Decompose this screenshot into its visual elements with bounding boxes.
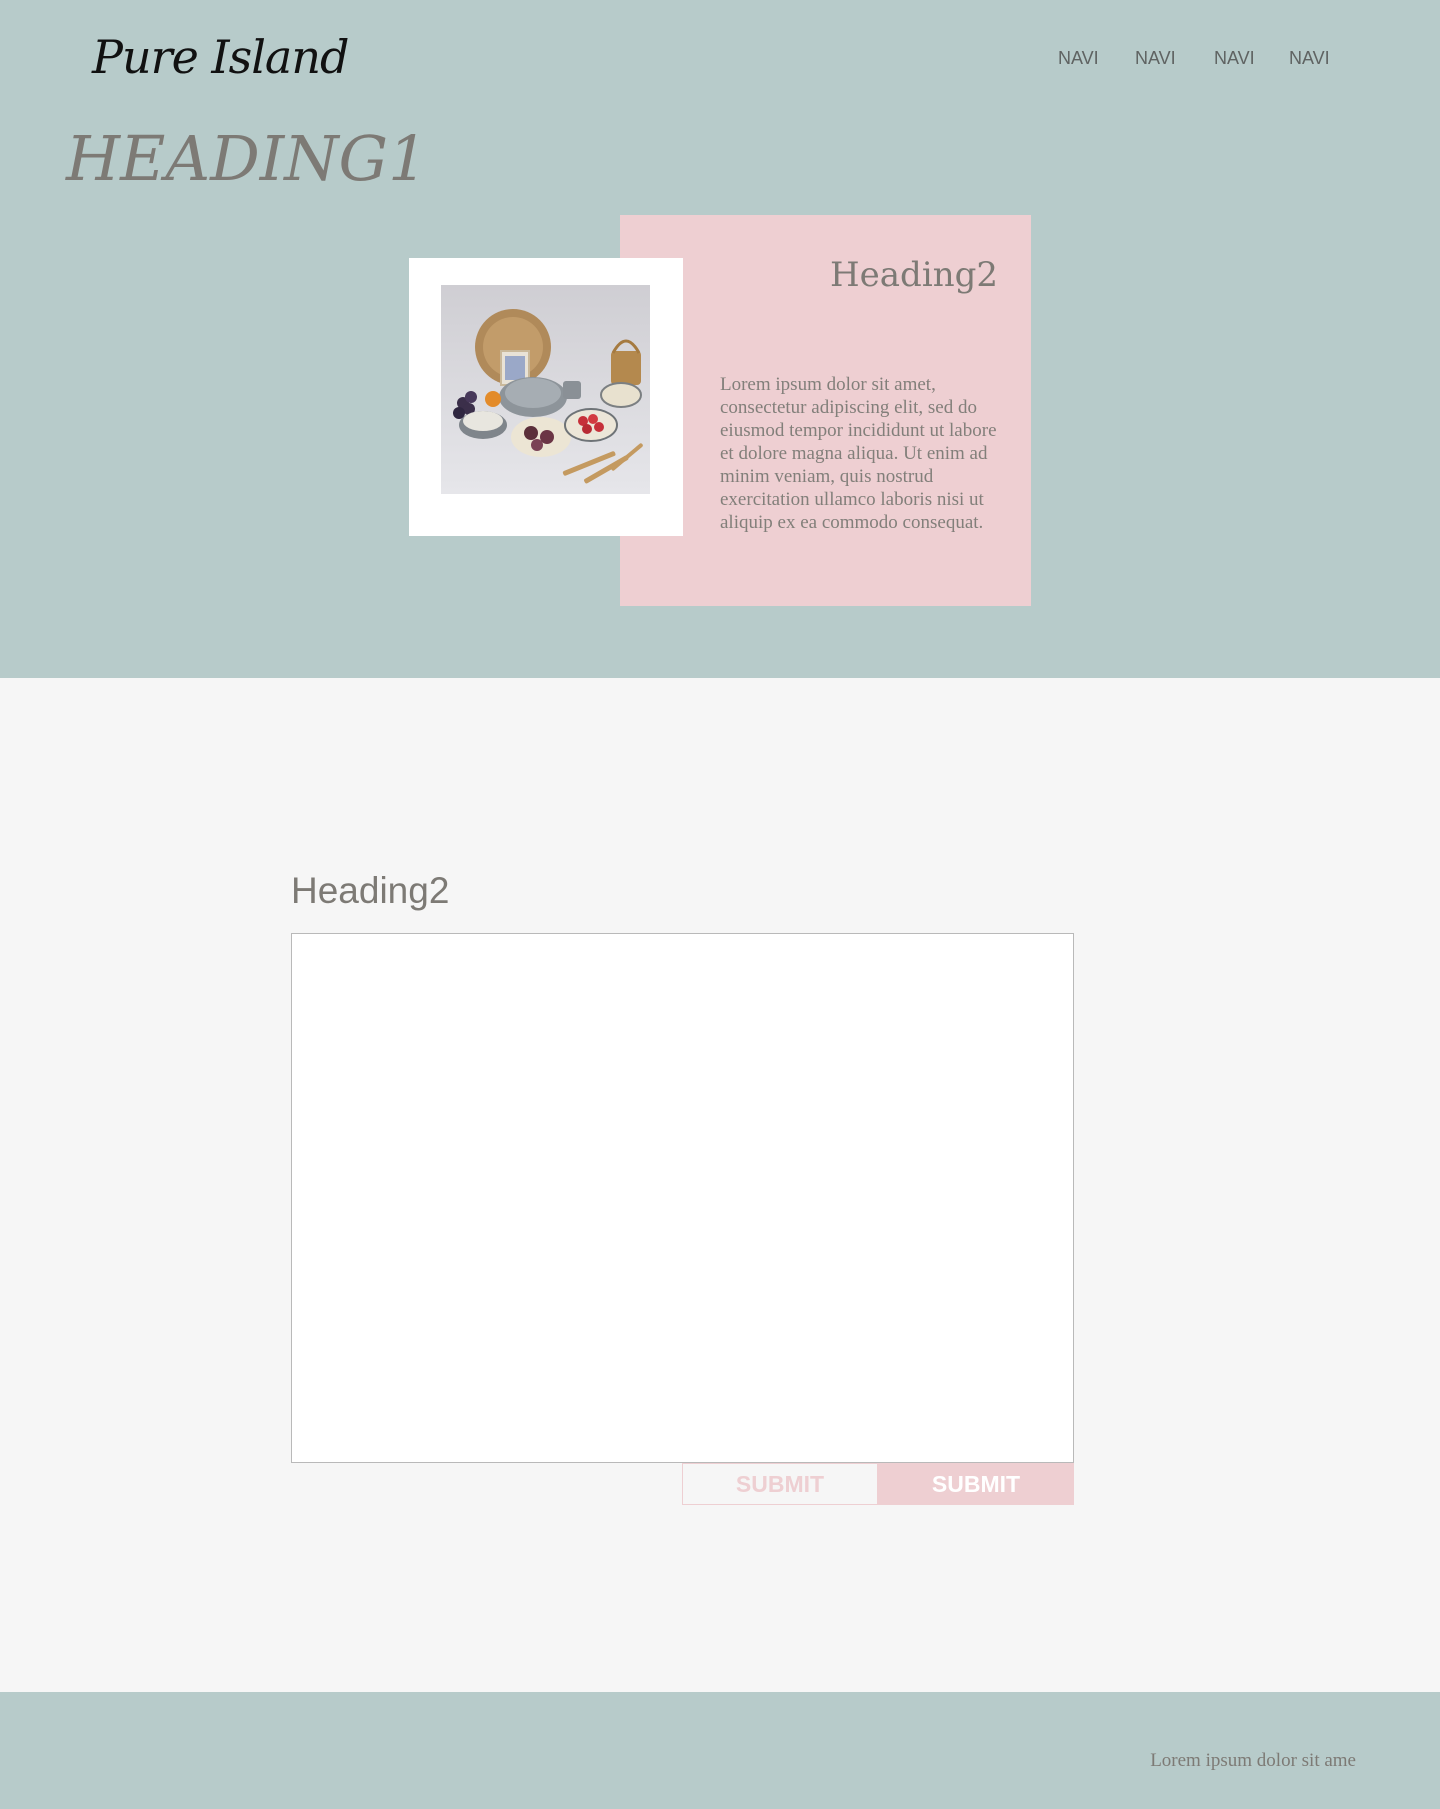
- card-heading: Heading2: [830, 255, 998, 295]
- nav-item-4[interactable]: NAVI: [1289, 48, 1330, 69]
- nav-item-3[interactable]: NAVI: [1214, 48, 1255, 69]
- main-nav: NAVI NAVI NAVI NAVI: [0, 48, 1440, 72]
- page-heading: HEADING1: [66, 122, 428, 195]
- nav-item-1[interactable]: NAVI: [1058, 48, 1099, 69]
- footer-text: Lorem ipsum dolor sit ame: [1150, 1750, 1356, 1771]
- form-heading: Heading2: [291, 870, 450, 911]
- tableware-illustration: [441, 285, 650, 494]
- tableware-photo: [441, 285, 650, 494]
- message-textarea[interactable]: [291, 933, 1074, 1463]
- site-footer: Lorem ipsum dolor sit ame: [0, 1692, 1440, 1809]
- nav-item-2[interactable]: NAVI: [1135, 48, 1176, 69]
- submit-filled-button[interactable]: SUBMIT: [878, 1463, 1074, 1505]
- image-frame: [409, 258, 683, 536]
- submit-outline-button[interactable]: SUBMIT: [682, 1463, 878, 1505]
- hero-section: Pure Island NAVI NAVI NAVI NAVI HEADING1…: [0, 0, 1440, 678]
- card-body-text: Lorem ipsum dolor sit amet, consectetur …: [720, 374, 997, 533]
